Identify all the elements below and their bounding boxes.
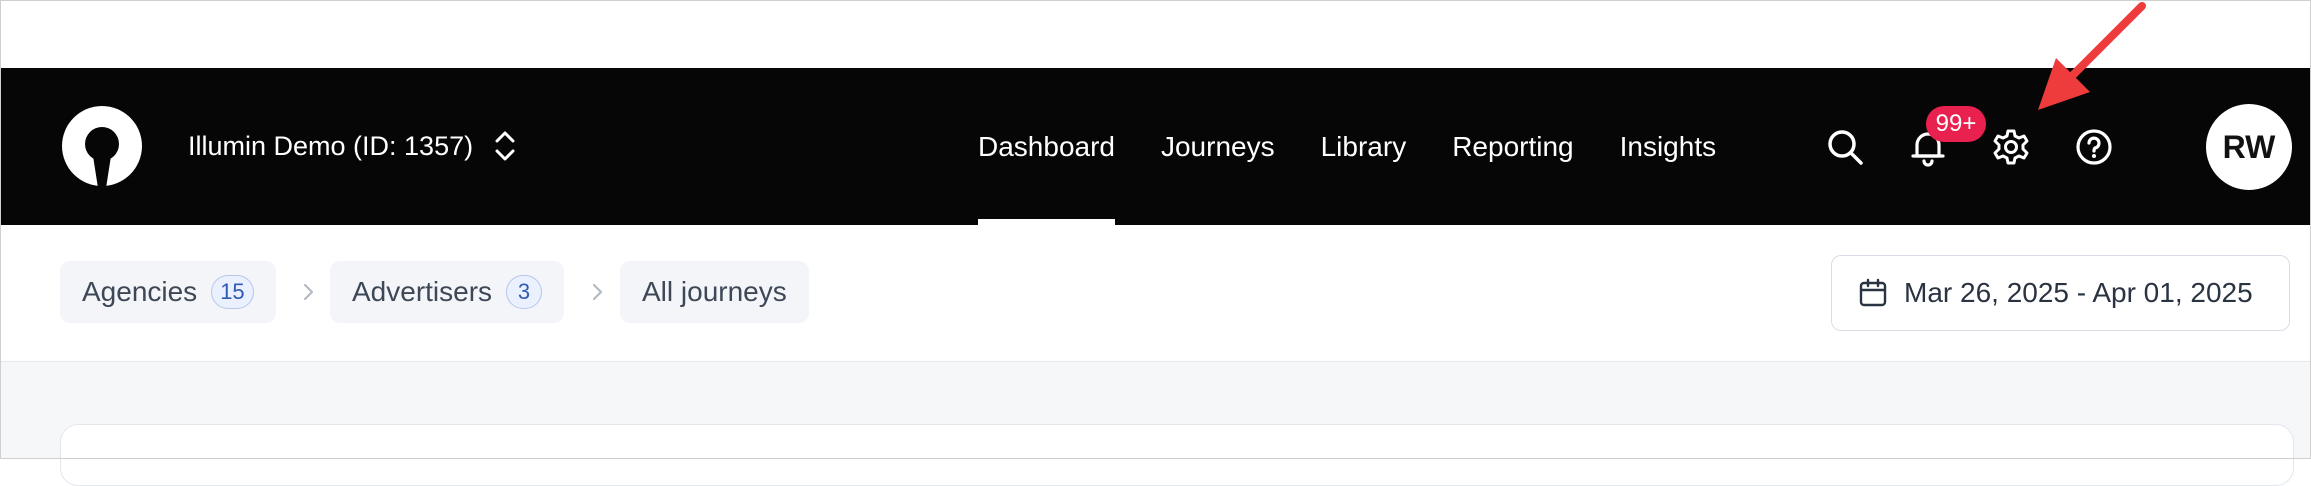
annotation-arrow-icon bbox=[2038, 2, 2146, 110]
count-badge: 3 bbox=[506, 275, 543, 309]
help-circle-icon bbox=[2076, 129, 2112, 165]
breadcrumb-label: Agencies bbox=[82, 276, 198, 307]
date-range-label: Mar 26, 2025 - Apr 01, 2025 bbox=[1904, 277, 2253, 308]
user-avatar[interactable]: RW bbox=[2206, 104, 2292, 190]
chevron-up-down-icon bbox=[495, 131, 515, 161]
chevron-right-icon bbox=[592, 283, 603, 301]
breadcrumb-bar: Agencies 15 Advertisers 3 All journeys M… bbox=[0, 225, 2311, 362]
workspace-switcher[interactable]: Illumin Demo (ID: 1357) bbox=[188, 126, 519, 166]
workspace-name: Illumin Demo (ID: 1357) bbox=[188, 130, 474, 161]
tab-library[interactable]: Library bbox=[1321, 68, 1407, 225]
search-button[interactable] bbox=[1822, 124, 1868, 170]
illumin-logo[interactable] bbox=[60, 104, 144, 188]
breadcrumb-advertisers[interactable]: Advertisers 3 bbox=[330, 261, 565, 323]
count-badge: 15 bbox=[211, 275, 254, 309]
tab-insights[interactable]: Insights bbox=[1620, 68, 1717, 225]
tab-journeys[interactable]: Journeys bbox=[1161, 68, 1275, 225]
chevron-right-icon bbox=[303, 283, 314, 301]
help-button[interactable] bbox=[2071, 124, 2117, 170]
breadcrumb-all-journeys[interactable]: All journeys bbox=[620, 261, 809, 323]
breadcrumb-label: Advertisers bbox=[352, 276, 493, 307]
settings-button[interactable] bbox=[1988, 124, 2034, 170]
top-navbar: Illumin Demo (ID: 1357) Dashboard Journe… bbox=[0, 68, 2311, 225]
main-nav: Dashboard Journeys Library Reporting Ins… bbox=[978, 68, 1762, 225]
breadcrumb-label: All journeys bbox=[642, 276, 787, 307]
date-range-picker[interactable]: Mar 26, 2025 - Apr 01, 2025 bbox=[1831, 255, 2290, 331]
notifications-badge: 99+ bbox=[1926, 106, 1986, 142]
breadcrumb-agencies[interactable]: Agencies 15 bbox=[60, 261, 276, 323]
search-icon bbox=[1828, 130, 1863, 165]
content-card bbox=[60, 424, 2294, 486]
gear-icon bbox=[1993, 129, 2029, 165]
tab-reporting[interactable]: Reporting bbox=[1452, 68, 1573, 225]
calendar-icon bbox=[1859, 278, 1887, 307]
tab-dashboard[interactable]: Dashboard bbox=[978, 68, 1115, 225]
